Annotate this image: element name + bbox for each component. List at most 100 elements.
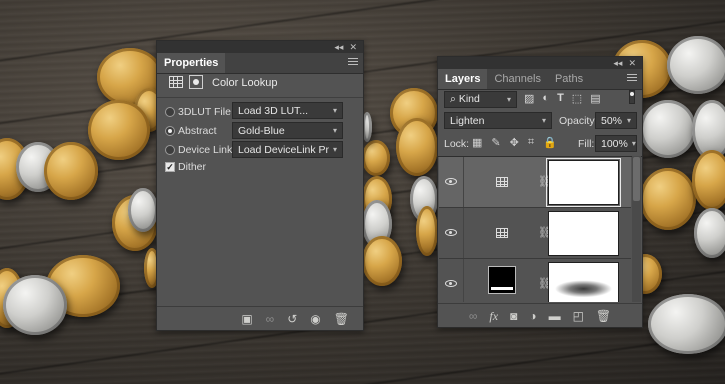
layer-mask-icon[interactable] — [189, 75, 203, 89]
adjustment-layer-icon[interactable]: ◑ — [529, 310, 536, 322]
search-icon: ⌕ — [450, 93, 459, 105]
type-filter-icon[interactable]: T — [557, 92, 564, 105]
panel-menu-icon[interactable] — [627, 74, 637, 83]
chevron-down-icon: ▾ — [332, 145, 337, 154]
layers-bottom-bar: ∞ fx ◙ ◑ ▬ ◰ 🗑 — [438, 303, 642, 327]
coin — [667, 36, 725, 94]
radio-device-link[interactable] — [165, 145, 175, 155]
fx-icon[interactable]: fx — [489, 310, 498, 322]
lock-artboard-icon[interactable]: ⌗ — [528, 136, 534, 149]
chevron-down-icon: ▾ — [506, 95, 511, 104]
shape-filter-icon[interactable]: ⬚ — [572, 92, 582, 105]
blend-mode-value: Lighten — [450, 114, 485, 127]
view-previous-state-icon[interactable]: ∞ — [266, 313, 275, 325]
coin — [640, 100, 696, 158]
filter-toggle[interactable] — [629, 90, 635, 104]
abstract-dropdown[interactable]: Gold-Blue ▾ — [232, 122, 343, 139]
blend-mode-dropdown[interactable]: Lighten ▾ — [444, 112, 552, 129]
panel-topbar: ◂◂ ✕ — [157, 41, 363, 53]
coin — [44, 142, 98, 200]
layer-mask-thumbnail[interactable] — [548, 262, 619, 302]
toggle-visibility-icon[interactable]: ◉ — [310, 313, 320, 325]
header-divider — [157, 97, 363, 98]
adjustment-title: Color Lookup — [212, 77, 278, 89]
coin — [692, 150, 725, 210]
reset-icon[interactable]: ↺ — [287, 313, 297, 325]
fill-field[interactable]: 100% ▾ — [595, 135, 637, 152]
collapse-panel-icon[interactable]: ◂◂ — [613, 58, 622, 69]
chevron-down-icon: ▾ — [631, 139, 636, 148]
coin — [416, 206, 438, 256]
coin — [362, 236, 402, 286]
layer-row[interactable]: ⛓ — [439, 208, 631, 259]
pixel-filter-icon[interactable]: ▨ — [524, 92, 534, 105]
close-panel-icon[interactable]: ✕ — [628, 58, 636, 69]
dither-checkbox[interactable]: ✓ — [165, 162, 175, 172]
eye-icon[interactable] — [445, 280, 457, 287]
chevron-down-icon: ▾ — [332, 106, 337, 115]
layer-row[interactable]: ⛓ — [439, 157, 631, 208]
properties-bottom-bar: ▣ ∞ ↺ ◉ 🗑 — [157, 306, 363, 330]
coin — [396, 118, 438, 176]
coin — [128, 188, 158, 232]
new-layer-icon[interactable]: ◰ — [573, 310, 584, 322]
tab-channels[interactable]: Channels — [487, 69, 547, 89]
color-lookup-icon — [496, 228, 508, 238]
radio-3dlut-file-label: 3DLUT File — [178, 106, 231, 118]
coin — [648, 294, 725, 354]
layers-panel: ◂◂ ✕ Layers Channels Paths ⌕ Kind ▾ ▨ ◐ T… — [437, 56, 643, 328]
layers-scrollbar[interactable] — [632, 156, 641, 302]
opacity-label: Opacity: — [559, 115, 598, 127]
filter-icons: ▨ ◐ T ⬚ ▤ — [524, 92, 601, 105]
radio-abstract[interactable] — [165, 126, 175, 136]
layer-thumbnail[interactable] — [488, 266, 516, 294]
chevron-down-icon: ▾ — [626, 116, 631, 125]
eye-icon[interactable] — [445, 229, 457, 236]
radio-abstract-label: Abstract — [178, 125, 217, 137]
opacity-field[interactable]: 50% ▾ — [595, 112, 637, 129]
layer-divider — [463, 157, 464, 207]
3dlut-file-dropdown[interactable]: Load 3D LUT... ▾ — [232, 102, 343, 119]
fill-value: 100% — [601, 137, 628, 150]
lock-label: Lock: — [444, 138, 470, 150]
dropdown-value: Load DeviceLink Profil... — [238, 143, 329, 156]
collapse-panel-icon[interactable]: ◂◂ — [334, 42, 343, 53]
new-group-icon[interactable]: ▬ — [549, 310, 561, 322]
coin — [694, 208, 725, 258]
tab-layers[interactable]: Layers — [438, 69, 488, 89]
adjustment-filter-icon[interactable]: ◐ — [542, 92, 549, 105]
chevron-down-icon: ▾ — [541, 116, 546, 125]
coin — [88, 100, 150, 160]
lock-transparent-icon[interactable]: ▦ — [472, 136, 482, 149]
dither-label: Dither — [178, 161, 207, 173]
link-layers-icon[interactable]: ∞ — [469, 310, 478, 322]
panel-menu-icon[interactable] — [348, 58, 358, 67]
dropdown-value: Gold-Blue — [238, 124, 285, 137]
lock-position-icon[interactable]: ✥ — [510, 136, 519, 149]
trash-icon[interactable]: 🗑 — [596, 310, 611, 322]
eye-icon[interactable] — [445, 178, 457, 185]
radio-device-link-label: Device Link — [178, 144, 233, 156]
filter-kind-label: Kind — [458, 93, 480, 105]
layer-divider — [463, 208, 464, 258]
device-link-dropdown[interactable]: Load DeviceLink Profil...▾ — [232, 141, 343, 158]
fill-label: Fill: — [578, 138, 595, 150]
smart-object-filter-icon[interactable]: ▤ — [590, 92, 600, 105]
close-panel-icon[interactable]: ✕ — [349, 42, 357, 53]
opacity-value: 50% — [601, 114, 623, 127]
layer-mask-thumbnail[interactable] — [546, 158, 621, 207]
radio-3dlut-file[interactable] — [165, 107, 175, 117]
tab-paths[interactable]: Paths — [548, 69, 590, 89]
trash-icon[interactable]: 🗑 — [334, 313, 349, 325]
lock-all-icon[interactable]: 🔒 — [543, 136, 557, 149]
clip-to-layer-icon[interactable]: ▣ — [241, 313, 252, 325]
layer-filter-dropdown[interactable]: ⌕ Kind ▾ — [444, 91, 517, 108]
layer-row[interactable]: ⛓ — [439, 259, 631, 302]
add-mask-icon[interactable]: ◙ — [510, 310, 517, 322]
panel-topbar: ◂◂ ✕ — [438, 57, 642, 69]
lock-image-icon[interactable]: ✎ — [491, 136, 500, 149]
coin — [362, 140, 390, 176]
tab-properties[interactable]: Properties — [157, 53, 226, 73]
coin — [3, 275, 67, 335]
layer-mask-thumbnail[interactable] — [548, 211, 619, 256]
